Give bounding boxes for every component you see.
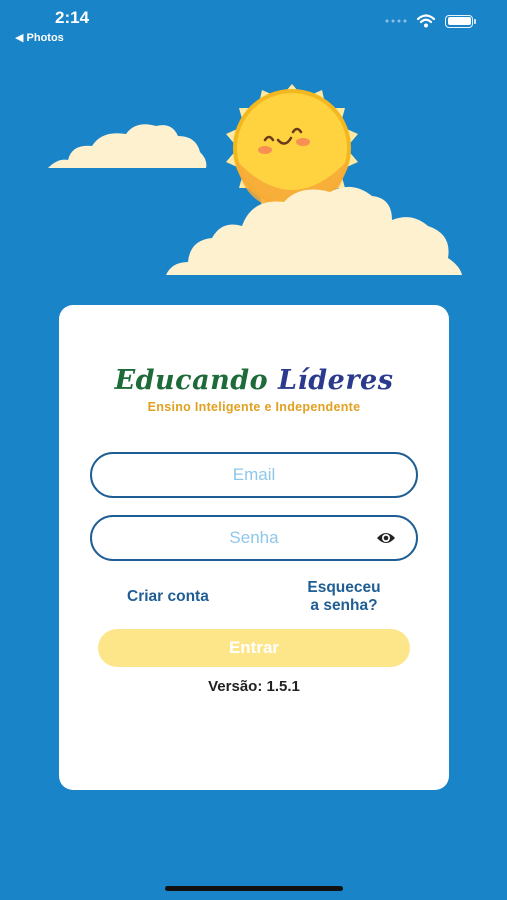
login-card: Educando Líderes Ensino Inteligente e In… bbox=[59, 305, 449, 790]
sun-and-clouds-illustration bbox=[48, 84, 462, 275]
logo-word-lideres: Líderes bbox=[278, 365, 394, 396]
status-icons bbox=[385, 14, 476, 28]
login-button[interactable]: Entrar bbox=[98, 629, 410, 667]
battery-icon bbox=[445, 14, 476, 28]
small-cloud bbox=[48, 124, 207, 168]
forgot-password-line2: a senha? bbox=[310, 597, 378, 614]
logo-title: Educando Líderes bbox=[59, 365, 449, 396]
logo-word-educando: Educando bbox=[114, 365, 269, 396]
back-to-photos-link[interactable]: ◀ Photos bbox=[15, 31, 64, 44]
password-field-wrapper bbox=[90, 515, 418, 561]
large-cloud bbox=[166, 186, 462, 275]
cellular-signal-icon bbox=[385, 19, 407, 23]
create-account-link[interactable]: Criar conta bbox=[127, 588, 209, 606]
version-label: Versão: 1.5.1 bbox=[208, 678, 300, 695]
email-field-wrapper bbox=[90, 452, 418, 498]
email-input[interactable] bbox=[92, 465, 416, 485]
wifi-icon bbox=[417, 14, 435, 28]
password-input[interactable] bbox=[92, 528, 416, 548]
forgot-password-link[interactable]: Esqueceu a senha? bbox=[284, 579, 404, 615]
status-time: 2:14 bbox=[55, 8, 90, 27]
home-indicator[interactable] bbox=[165, 886, 343, 891]
forgot-password-line1: Esqueceu bbox=[307, 579, 381, 596]
eye-icon[interactable] bbox=[376, 530, 396, 546]
app-logo: Educando Líderes Ensino Inteligente e In… bbox=[59, 365, 449, 414]
status-bar: 2:14 ◀ Photos bbox=[0, 0, 507, 50]
logo-subtitle: Ensino Inteligente e Independente bbox=[147, 400, 361, 414]
